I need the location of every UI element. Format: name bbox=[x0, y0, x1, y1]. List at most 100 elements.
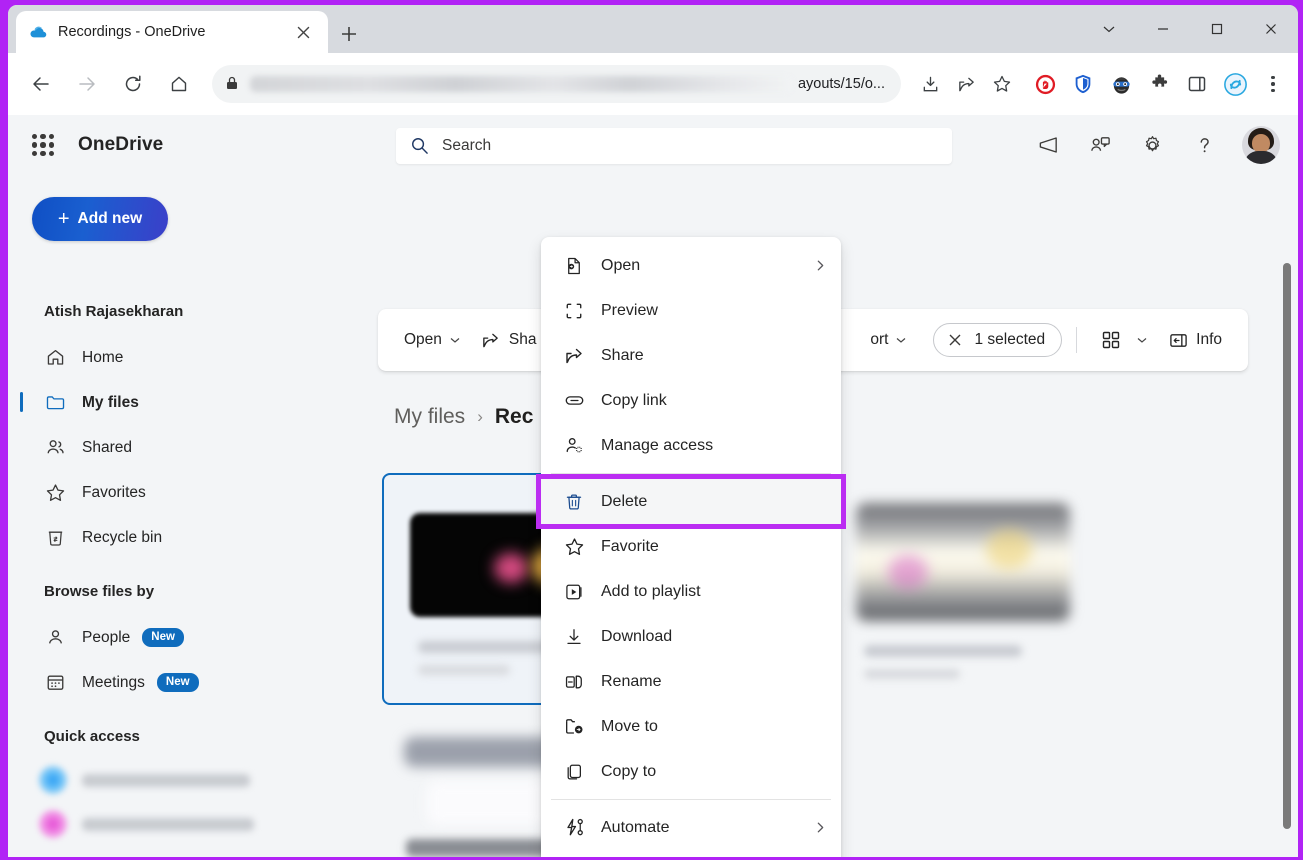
menu-item-label: Preview bbox=[601, 302, 658, 320]
sidebar-item-people[interactable]: People New bbox=[8, 615, 368, 660]
sidebar-item-shared[interactable]: Shared bbox=[8, 425, 368, 470]
menu-item-share[interactable]: Share bbox=[541, 333, 841, 378]
close-icon[interactable] bbox=[946, 331, 964, 349]
share-icon bbox=[563, 345, 585, 367]
search-icon bbox=[410, 136, 430, 156]
share-button[interactable]: Sha bbox=[471, 322, 547, 358]
menu-item-preview[interactable]: Preview bbox=[541, 288, 841, 333]
list-item[interactable] bbox=[8, 758, 368, 802]
playlist-icon bbox=[563, 581, 585, 603]
sidebar-item-favorites[interactable]: Favorites bbox=[8, 470, 368, 515]
status-badge: New bbox=[142, 628, 184, 647]
plus-icon: + bbox=[58, 209, 70, 229]
recycle-bin-icon bbox=[44, 527, 66, 549]
file-name-blurred bbox=[864, 645, 1022, 657]
quick-access-label-blurred bbox=[82, 774, 250, 787]
download-icon[interactable] bbox=[915, 69, 945, 99]
menu-item-label: Favorite bbox=[601, 538, 659, 556]
info-button[interactable]: Info bbox=[1158, 322, 1232, 358]
menu-item-move-to[interactable]: Move to bbox=[541, 704, 841, 749]
forward-button[interactable] bbox=[69, 66, 105, 102]
address-bar[interactable]: ayouts/15/o... bbox=[212, 65, 901, 103]
trash-icon bbox=[563, 491, 585, 513]
onedrive-page: OneDrive bbox=[8, 115, 1298, 857]
add-new-label: Add new bbox=[78, 210, 143, 228]
context-menu: Open Preview Share bbox=[541, 237, 841, 857]
breadcrumb-current: Rec bbox=[495, 405, 534, 429]
menu-item-label: Manage access bbox=[601, 437, 713, 455]
browser-window: Recordings - OneDrive bbox=[8, 5, 1298, 857]
share-icon bbox=[481, 330, 501, 350]
bookmark-star-icon[interactable] bbox=[987, 69, 1017, 99]
browser-toolbar: ayouts/15/o... bbox=[8, 53, 1298, 115]
browse-files-by-title: Browse files by bbox=[44, 583, 154, 600]
chevron-down-icon bbox=[895, 334, 907, 346]
divider bbox=[1076, 327, 1077, 353]
sidebar-item-label: Recycle bin bbox=[82, 529, 162, 547]
chevron-down-icon[interactable] bbox=[1082, 5, 1136, 53]
new-tab-button[interactable] bbox=[334, 19, 364, 49]
breadcrumb-root[interactable]: My files bbox=[394, 405, 465, 429]
info-label: Info bbox=[1196, 331, 1222, 349]
screen-frame: Recordings - OneDrive bbox=[0, 0, 1303, 860]
view-options-button[interactable] bbox=[1091, 322, 1158, 358]
menu-item-favorite[interactable]: Favorite bbox=[541, 524, 841, 569]
back-button[interactable] bbox=[23, 66, 59, 102]
menu-item-add-to-playlist[interactable]: Add to playlist bbox=[541, 569, 841, 614]
browser-menu-button[interactable] bbox=[1258, 68, 1288, 100]
settings-gear-icon[interactable] bbox=[1132, 125, 1172, 165]
help-question-icon[interactable] bbox=[1184, 125, 1224, 165]
sidebar-item-home[interactable]: Home bbox=[8, 335, 368, 380]
reload-button[interactable] bbox=[115, 66, 151, 102]
menu-item-copy-link[interactable]: Copy link bbox=[541, 378, 841, 423]
vertical-scrollbar[interactable] bbox=[1283, 263, 1291, 829]
onedrive-brand[interactable]: OneDrive bbox=[78, 134, 163, 156]
app-launcher-icon[interactable] bbox=[30, 132, 56, 158]
sidebar-item-meetings[interactable]: Meetings New bbox=[8, 660, 368, 705]
menu-item-automate[interactable]: Automate bbox=[541, 805, 841, 850]
minimize-button[interactable] bbox=[1136, 5, 1190, 53]
home-icon bbox=[44, 347, 66, 369]
file-card[interactable] bbox=[838, 473, 1088, 705]
selection-count-label: 1 selected bbox=[974, 331, 1045, 349]
close-window-button[interactable] bbox=[1244, 5, 1298, 53]
menu-item-open[interactable]: Open bbox=[541, 243, 841, 288]
close-icon[interactable] bbox=[290, 19, 316, 45]
tab-strip: Recordings - OneDrive bbox=[8, 5, 1298, 53]
sidebar-item-recycle-bin[interactable]: Recycle bin bbox=[8, 515, 368, 560]
menu-item-rename[interactable]: Rename bbox=[541, 659, 841, 704]
selection-count-pill[interactable]: 1 selected bbox=[933, 323, 1062, 357]
home-button[interactable] bbox=[161, 66, 197, 102]
lock-icon bbox=[224, 75, 242, 93]
share-icon[interactable] bbox=[951, 69, 981, 99]
side-panel-icon[interactable] bbox=[1181, 68, 1213, 100]
search-input[interactable]: Search bbox=[396, 128, 952, 164]
menu-item-download[interactable]: Download bbox=[541, 614, 841, 659]
sidebar-item-label: Favorites bbox=[82, 484, 146, 502]
menu-item-copy-to[interactable]: Copy to bbox=[541, 749, 841, 794]
thumbnail-glow bbox=[888, 555, 928, 589]
add-new-button[interactable]: + Add new bbox=[32, 197, 168, 241]
automate-icon bbox=[563, 817, 585, 839]
extensions-puzzle-icon[interactable] bbox=[1143, 68, 1175, 100]
rename-icon bbox=[563, 671, 585, 693]
menu-item-manage-access[interactable]: Manage access bbox=[541, 423, 841, 468]
megaphone-icon[interactable] bbox=[1028, 125, 1068, 165]
password-manager-icon[interactable] bbox=[1067, 68, 1099, 100]
menu-item-delete[interactable]: Delete bbox=[541, 479, 841, 524]
browse-nav-list: People New Meetings New bbox=[8, 615, 368, 705]
privacy-badger-icon[interactable] bbox=[1105, 68, 1137, 100]
browser-tab[interactable]: Recordings - OneDrive bbox=[16, 11, 328, 53]
avatar[interactable] bbox=[1242, 126, 1280, 164]
open-button[interactable]: Open bbox=[394, 322, 471, 358]
sidebar-item-label: Shared bbox=[82, 439, 132, 457]
maximize-button[interactable] bbox=[1190, 5, 1244, 53]
sidebar-item-my-files[interactable]: My files bbox=[8, 380, 368, 425]
list-item[interactable] bbox=[8, 802, 368, 846]
onedrive-cloud-icon bbox=[28, 22, 48, 42]
adblock-icon[interactable] bbox=[1029, 68, 1061, 100]
meet-now-icon[interactable] bbox=[1080, 125, 1120, 165]
menu-item-version-history[interactable]: Version history bbox=[541, 850, 841, 857]
brand-spiral-icon[interactable] bbox=[1219, 68, 1251, 100]
sort-button[interactable]: ort bbox=[860, 322, 917, 358]
